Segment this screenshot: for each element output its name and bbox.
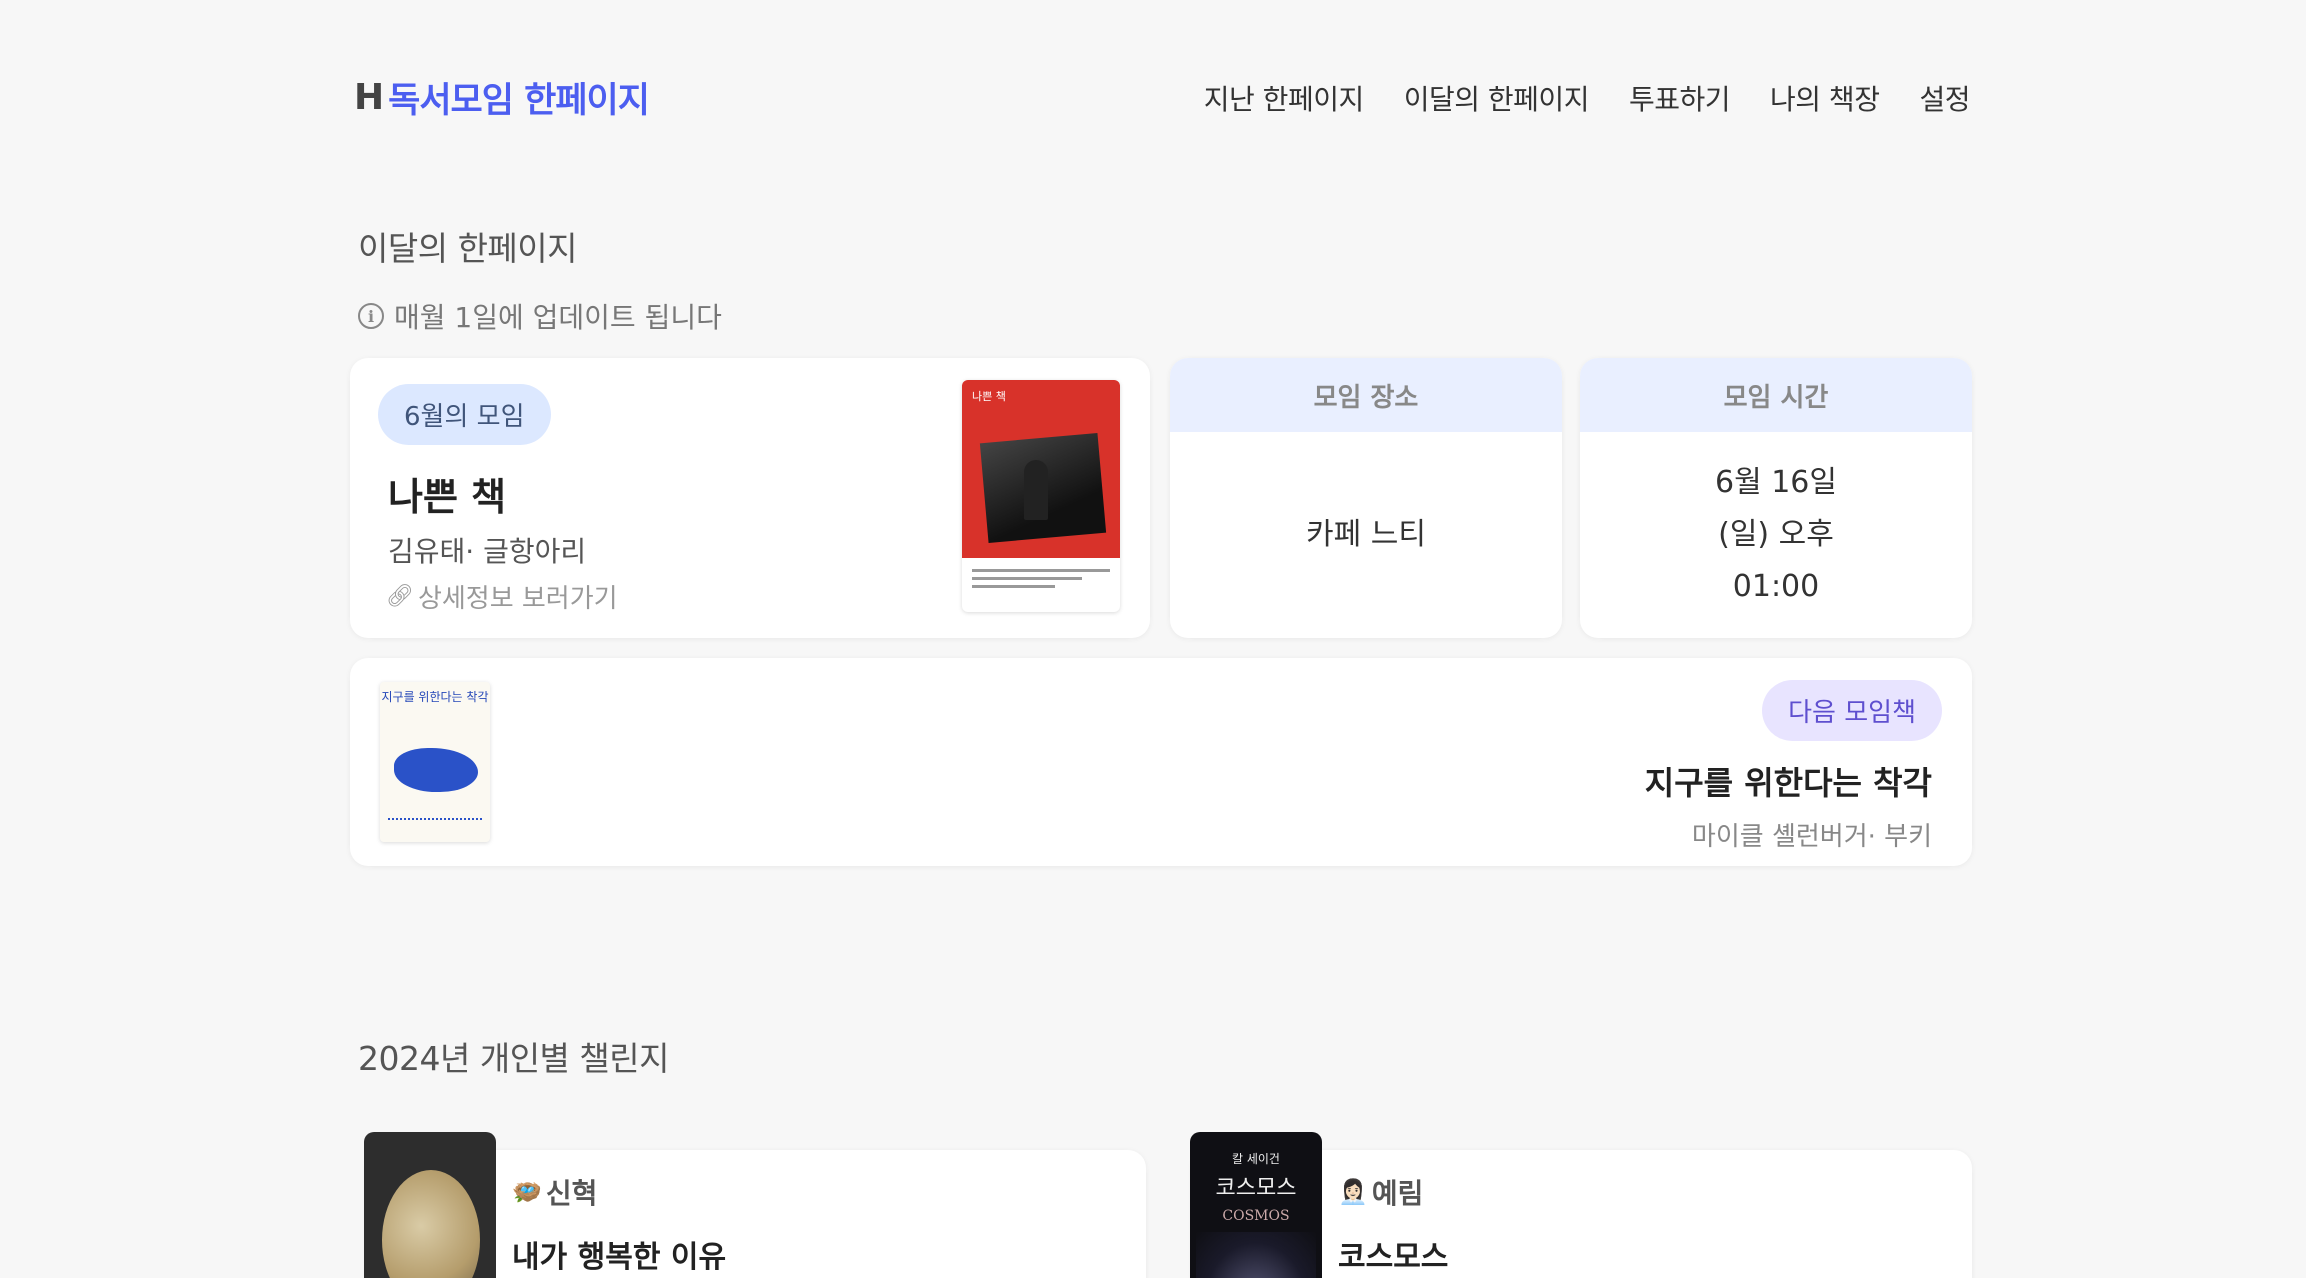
- next-book-card[interactable]: 지구를 위한다는 착각 다음 모임책 지구를 위한다는 착각 마이클 셸런버거·…: [350, 658, 1972, 866]
- place-value: 카페 느티: [1306, 517, 1426, 552]
- nav-item-past[interactable]: 지난 한페이지: [1204, 78, 1364, 118]
- page: H 독서모임 한페이지 지난 한페이지 이달의 한페이지 투표하기 나의 책장 …: [0, 0, 2306, 1278]
- nest-icon: 🪺: [512, 1178, 542, 1206]
- update-notice: i 매월 1일에 업데이트 됩니다: [358, 296, 722, 336]
- cover-author: 칼 세이건: [1232, 1152, 1280, 1166]
- cover-title: 코스모스: [1215, 1176, 1297, 1201]
- cover-title-en: COSMOS: [1222, 1208, 1290, 1224]
- challenge-book-title: 코스모스: [1338, 1240, 1449, 1275]
- meeting-time-card: 모임 시간 6월 16일 (일) 오후 01:00: [1580, 358, 1972, 638]
- section-title-challenge: 2024년 개인별 챌린지: [358, 1039, 669, 1078]
- info-icon: i: [358, 303, 384, 329]
- meeting-book-card: 6월의 모임 나쁜 책 김유태· 글항아리 🔗︎ 상세정보 보러가기 나쁜 책: [350, 358, 1150, 638]
- challenge-member: 👩🏻‍💼 예림: [1338, 1172, 1423, 1212]
- nav-item-vote[interactable]: 투표하기: [1629, 78, 1731, 118]
- next-book-cover: 지구를 위한다는 착각: [380, 682, 490, 842]
- time-line-date: 6월 16일: [1715, 465, 1837, 500]
- logo-mark: H: [354, 77, 384, 118]
- time-line-hour: 01:00: [1732, 569, 1820, 604]
- challenge-book-cover: 칼 세이건 코스모스 COSMOS: [1190, 1132, 1322, 1278]
- meeting-badge: 6월의 모임: [378, 384, 551, 445]
- place-label: 모임 장소: [1170, 358, 1562, 432]
- challenge-member-name: 예림: [1371, 1177, 1424, 1210]
- book-cover: 나쁜 책: [962, 380, 1120, 612]
- nav-item-settings[interactable]: 설정: [1919, 78, 1970, 118]
- next-book-author: 마이클 셸런버거· 부키: [1691, 822, 1932, 852]
- challenge-book-title: 내가 행복한 이유: [512, 1240, 727, 1275]
- detail-link[interactable]: 🔗︎ 상세정보 보러가기: [386, 578, 618, 615]
- main-nav: 지난 한페이지 이달의 한페이지 투표하기 나의 책장 설정: [1204, 78, 1971, 118]
- notice-text: 매월 1일에 업데이트 됩니다: [394, 301, 722, 334]
- nav-item-my-shelf[interactable]: 나의 책장: [1770, 78, 1880, 118]
- link-icon: 🔗︎: [386, 584, 414, 609]
- next-book-badge: 다음 모임책: [1762, 680, 1942, 741]
- book-title: 나쁜 책: [388, 475, 507, 519]
- challenge-member: 🪺 신혁: [512, 1172, 597, 1212]
- section-title-monthly: 이달의 한페이지: [358, 229, 578, 268]
- person-icon: 👩🏻‍💼: [1338, 1178, 1368, 1206]
- book-cover-title: 나쁜 책: [972, 390, 1006, 403]
- logo[interactable]: H 독서모임 한페이지: [354, 72, 650, 123]
- logo-text: 독서모임 한페이지: [388, 81, 650, 121]
- nav-item-this-month[interactable]: 이달의 한페이지: [1404, 78, 1590, 118]
- detail-link-label: 상세정보 보러가기: [417, 584, 618, 614]
- challenge-member-name: 신혁: [545, 1177, 598, 1210]
- time-line-day: (일) 오후: [1718, 517, 1834, 552]
- next-book-title: 지구를 위한다는 착각: [1644, 764, 1932, 802]
- next-book-cover-title: 지구를 위한다는 착각: [381, 690, 489, 704]
- book-author: 김유태· 글항아리: [388, 535, 587, 568]
- time-value: 6월 16일 (일) 오후 01:00: [1580, 432, 1972, 638]
- challenge-book-cover: [364, 1132, 496, 1278]
- meeting-place-card: 모임 장소 카페 느티: [1170, 358, 1562, 638]
- time-label: 모임 시간: [1580, 358, 1972, 432]
